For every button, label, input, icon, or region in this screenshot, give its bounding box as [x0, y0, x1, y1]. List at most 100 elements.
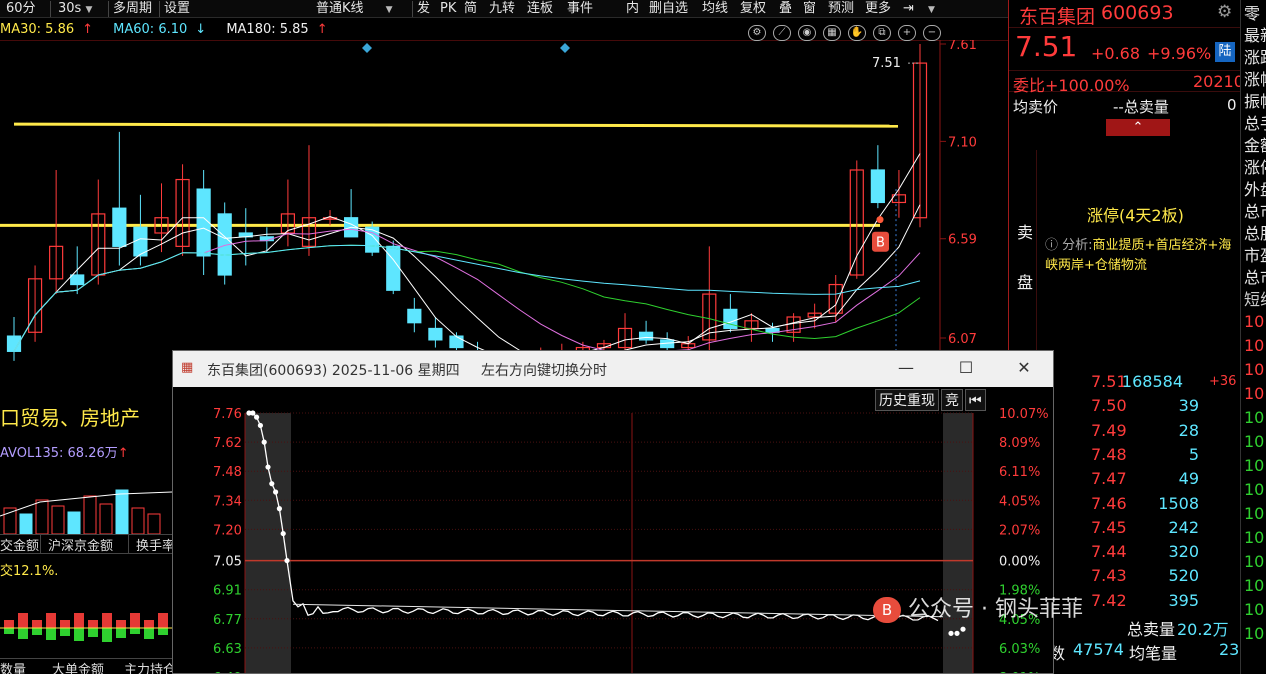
avg-sell-label: 均卖价	[1013, 98, 1059, 116]
period-60min-button[interactable]: 60分	[6, 0, 36, 18]
gear-icon[interactable]: ⚙	[1217, 2, 1232, 22]
jian-button[interactable]: 简	[464, 0, 477, 18]
jiuzhuan-button[interactable]: 九转	[489, 0, 515, 18]
adjust-button[interactable]: 复权	[740, 0, 766, 18]
ma60-label: MA60: 6.10	[113, 22, 188, 37]
tab-main-force[interactable]: 主力持仓	[124, 659, 176, 674]
fa-button[interactable]: 发	[417, 0, 430, 18]
fund-out-bar	[60, 628, 70, 636]
volume-bar	[147, 513, 161, 535]
kline-type-select[interactable]: 普通K线 ▼	[316, 0, 393, 18]
collapse-button[interactable]: ⌃	[1106, 119, 1170, 136]
count-value: 47574	[1073, 640, 1124, 659]
volume-bar	[67, 511, 81, 535]
auction-point	[250, 410, 256, 416]
chevron-down-icon[interactable]: ▼	[928, 0, 935, 18]
order-volume: 49	[1178, 469, 1199, 489]
watermark-text: 公众号 · 钢头菲菲	[908, 597, 1083, 622]
ma30-value: MA30: 5.86 ↑	[0, 22, 101, 37]
fund-out-bar	[32, 628, 42, 635]
minimize-icon[interactable]: —	[895, 358, 917, 378]
fund-out-bar	[102, 628, 112, 642]
fund-out-bar	[144, 628, 154, 639]
watermark: B 公众号 · 钢头菲菲	[873, 591, 1083, 623]
volume-bar	[131, 507, 145, 535]
close-icon[interactable]: ✕	[1013, 358, 1035, 378]
tab-big-amount[interactable]: 大单金额	[52, 659, 104, 674]
metric-label: 振幅	[1244, 92, 1266, 111]
tick-time: 10	[1244, 408, 1265, 427]
tab-count[interactable]: 数量	[0, 659, 26, 674]
tick-time: 10	[1244, 528, 1265, 547]
auction-point	[284, 557, 290, 564]
tick-time: 10	[1244, 504, 1265, 523]
remove-watchlist-button[interactable]: 删自选	[649, 0, 688, 18]
overlay-button[interactable]: 叠	[779, 0, 792, 18]
resistance-line	[13, 122, 899, 128]
multi-period-button[interactable]: 多周期	[113, 0, 152, 18]
metric-label: 涨停	[1244, 158, 1266, 177]
pct-tick-label: 8.09%	[999, 436, 1040, 451]
candle-down	[638, 331, 654, 341]
price-tick-label: 6.63	[213, 642, 242, 657]
tick-time: 10:1	[1244, 624, 1266, 643]
order-price: 7.47	[1091, 469, 1127, 489]
order-volume: 395	[1168, 590, 1199, 610]
copy-icon[interactable]: ⧉	[873, 25, 891, 41]
hand-icon[interactable]: ✋	[848, 25, 866, 41]
metric-label: 最新	[1244, 26, 1266, 45]
forecast-button[interactable]: 预测	[828, 0, 854, 18]
tick-time: 10:1	[1244, 600, 1266, 619]
window-button[interactable]: 窗	[803, 0, 816, 18]
price-tick-label: 6.91	[213, 584, 242, 599]
intraday-popup-window[interactable]: ▦ 东百集团(600693) 2025-11-06 星期四 左右方向键切换分时 …	[172, 350, 1083, 674]
price-tick-label: 7.20	[213, 523, 242, 538]
auction-point	[280, 530, 286, 537]
order-change: +36	[1209, 374, 1237, 389]
price-row: 7.51 +0.68 +9.96% 陆	[1009, 30, 1241, 66]
popup-title: 东百集团(600693) 2025-11-06 星期四	[207, 363, 460, 379]
candle-down	[407, 308, 422, 324]
limit-up-label: 涨停(4天2板)	[1087, 206, 1184, 225]
calendar-icon[interactable]: ▦	[823, 25, 841, 41]
zoom-in-icon[interactable]: +	[898, 25, 916, 41]
price-tick-label: 7.62	[213, 436, 242, 451]
popup-titlebar[interactable]: ▦ 东百集团(600693) 2025-11-06 星期四 左右方向键切换分时 …	[173, 351, 1053, 387]
tick-time: 10	[1244, 576, 1265, 595]
period-30s-label: 30s	[58, 1, 82, 16]
tick-time: 10	[1244, 312, 1265, 331]
volume-bar	[115, 489, 129, 535]
event-button[interactable]: 事件	[567, 0, 593, 18]
settings-gear-icon[interactable]: ⚙	[748, 25, 766, 41]
popup-hint: 左右方向键切换分时	[481, 363, 607, 379]
zoom-out-icon[interactable]: −	[923, 25, 941, 41]
maximize-icon[interactable]: ☐	[955, 358, 977, 378]
candle-down	[365, 226, 380, 253]
toolbar-divider	[50, 1, 51, 17]
market-badge: 陆	[1215, 42, 1235, 62]
tab-amount[interactable]: 交金额	[0, 535, 39, 554]
lianban-button[interactable]: 连板	[527, 0, 553, 18]
eye-icon[interactable]: ◉	[798, 25, 816, 41]
moving-average-button[interactable]: 均线	[702, 0, 728, 18]
tab-hs-amount[interactable]: 沪深京金额	[48, 535, 113, 554]
settings-button[interactable]: 设置	[164, 0, 190, 18]
auction-point	[269, 481, 275, 487]
pk-button[interactable]: PK	[440, 0, 456, 18]
more-button[interactable]: 更多	[865, 0, 891, 18]
current-price: 7.51	[1015, 30, 1078, 63]
candle-down	[870, 169, 885, 204]
total-sell-value: 0	[1227, 96, 1237, 114]
order-volume: 5	[1188, 444, 1199, 464]
fund-in-bar	[60, 620, 70, 628]
tab-turnover[interactable]: 换手率	[136, 535, 175, 554]
price-change: +0.68	[1091, 44, 1141, 63]
draw-line-icon[interactable]: ⟋	[773, 25, 791, 41]
signal-dot	[876, 216, 884, 224]
order-volume: 1508	[1158, 493, 1199, 513]
period-30s-button[interactable]: 30s ▼	[58, 0, 92, 18]
fund-in-bar	[116, 620, 126, 628]
order-volume: 28	[1178, 420, 1199, 440]
nei-button[interactable]: 内	[626, 0, 639, 18]
pin-window-icon[interactable]: ⇥	[903, 0, 914, 18]
